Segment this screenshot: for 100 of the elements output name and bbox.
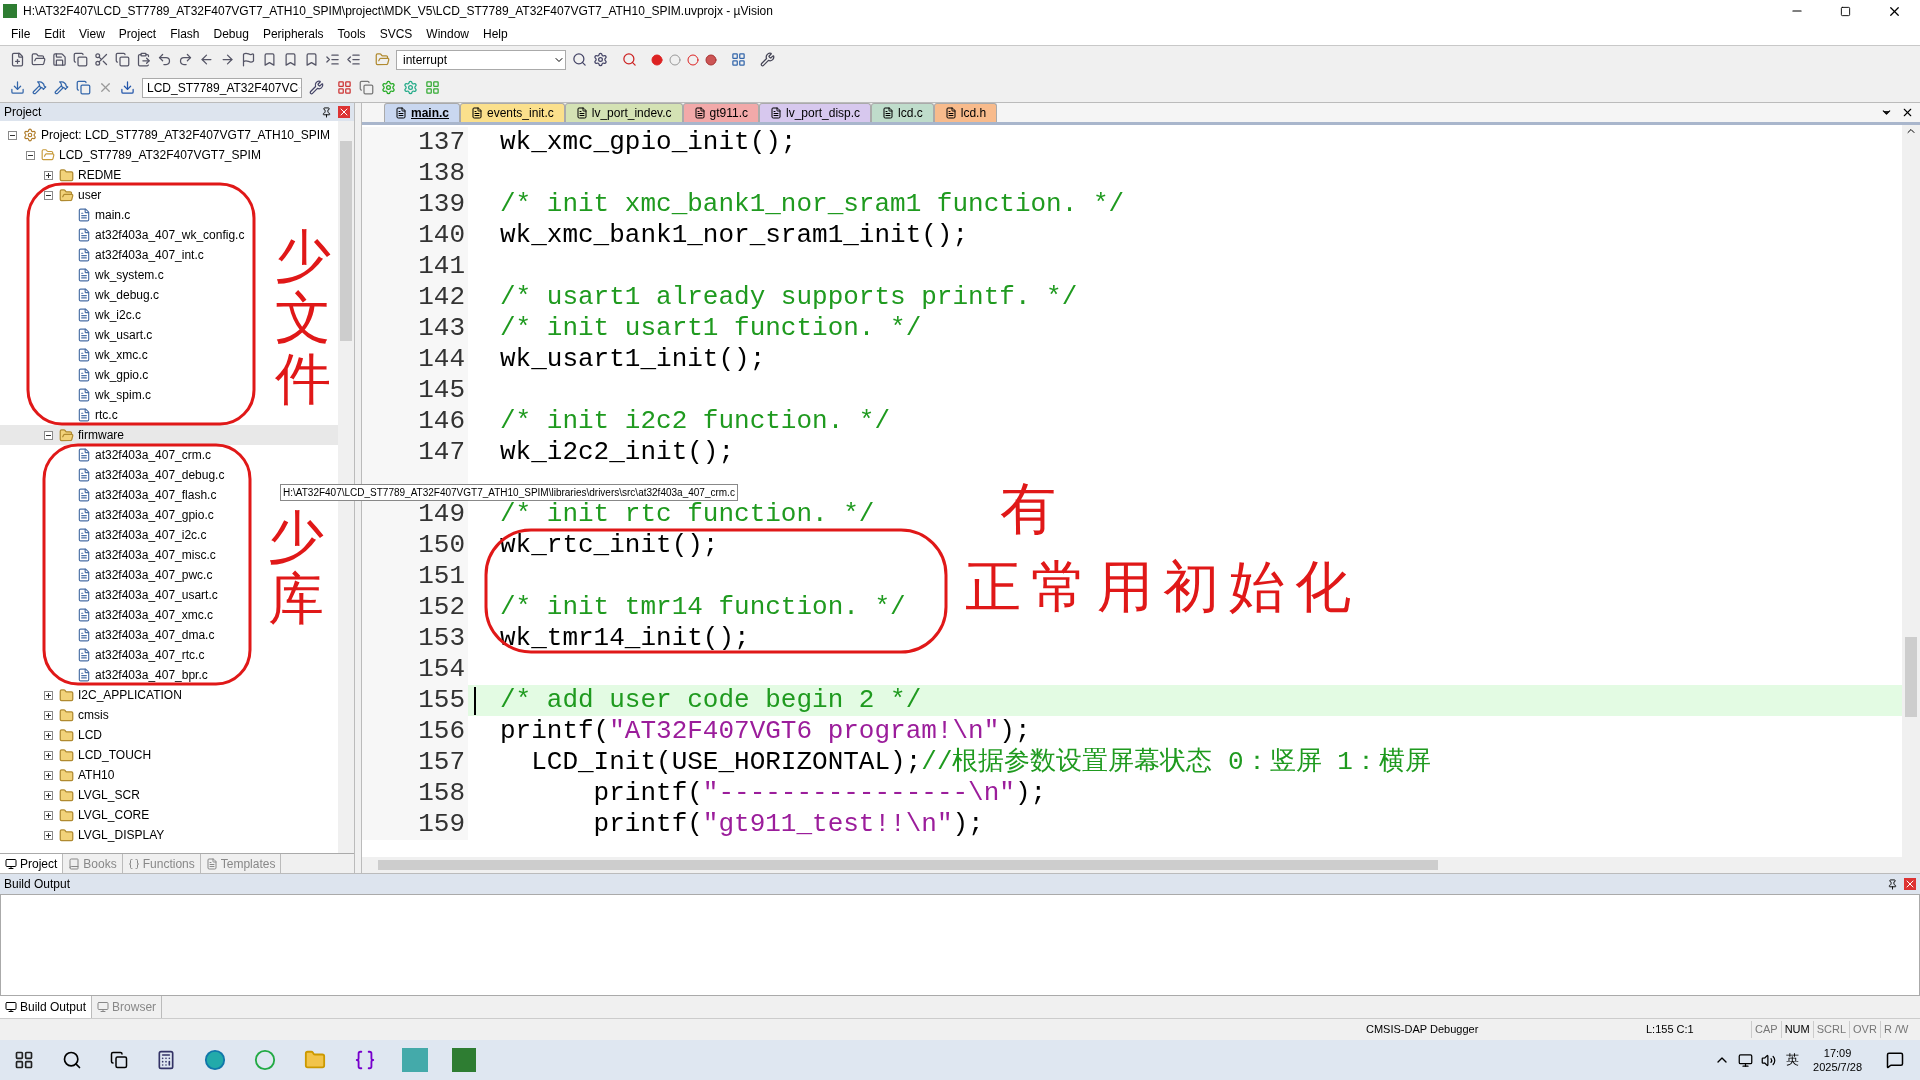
menu-item[interactable]: Flash <box>163 24 207 43</box>
debug-search-icon[interactable] <box>622 52 637 67</box>
file-tab[interactable]: events_init.c <box>460 103 565 122</box>
scroll-thumb[interactable] <box>378 860 1438 870</box>
open-folder-icon[interactable] <box>31 52 46 67</box>
forward-arrow-icon[interactable] <box>220 52 235 67</box>
tree-item[interactable]: REDME <box>78 166 122 184</box>
redo-icon[interactable] <box>178 52 193 67</box>
input-method[interactable]: 英 <box>1786 1050 1800 1070</box>
menu-item[interactable]: Edit <box>37 24 73 43</box>
copy-icon[interactable] <box>115 52 130 67</box>
notification-icon[interactable] <box>1886 1051 1904 1069</box>
menu-item[interactable]: Help <box>476 24 515 43</box>
network-icon[interactable] <box>1738 1052 1754 1068</box>
load-icon[interactable] <box>120 80 135 95</box>
file-tab[interactable]: lv_port_indev.c <box>564 103 683 122</box>
menu-item[interactable]: File <box>4 24 38 43</box>
menu-item[interactable]: Project <box>111 24 164 43</box>
close-icon[interactable] <box>1901 106 1914 119</box>
tree-item[interactable]: wk_xmc.c <box>95 346 148 364</box>
panel-tab[interactable]: Build Output <box>0 996 93 1018</box>
tree-item[interactable]: wk_system.c <box>95 266 164 284</box>
gear-icon[interactable] <box>593 52 608 67</box>
tree-item[interactable]: wk_debug.c <box>95 286 160 304</box>
file-tab[interactable]: lv_port_disp.c <box>759 103 872 122</box>
tree-item[interactable]: wk_gpio.c <box>95 366 149 384</box>
search-icon[interactable] <box>572 52 587 67</box>
volume-icon[interactable] <box>1761 1052 1777 1068</box>
flag-icon[interactable] <box>241 52 256 67</box>
build-icon[interactable] <box>32 80 47 95</box>
tree-item[interactable]: user <box>78 186 102 204</box>
file-tab[interactable]: main.c <box>384 103 460 122</box>
restore-icon[interactable] <box>1840 5 1851 17</box>
tree-item[interactable]: LCD_TOUCH <box>78 746 152 764</box>
expand-icon[interactable] <box>44 810 53 820</box>
tree-item[interactable]: at32f403a_407_misc.c <box>95 546 216 564</box>
scroll-thumb[interactable] <box>340 141 352 341</box>
wrench-icon[interactable] <box>760 52 775 67</box>
collapse-icon[interactable] <box>44 430 53 440</box>
tree-item[interactable]: at32f403a_407_usart.c <box>95 586 218 604</box>
undo-icon[interactable] <box>157 52 172 67</box>
bookmark-icon[interactable] <box>304 52 319 67</box>
pin-icon[interactable] <box>321 106 332 118</box>
scroll-thumb[interactable] <box>1905 637 1917 717</box>
menu-item[interactable]: Debug <box>206 24 256 43</box>
new-file-icon[interactable] <box>10 52 25 67</box>
tree-item[interactable]: wk_spim.c <box>95 386 151 404</box>
task-view-icon[interactable] <box>110 1051 128 1069</box>
paste-icon[interactable] <box>136 52 151 67</box>
tree-item[interactable]: Project: LCD_ST7789_AT32F407VGT7_ATH10_SPIM <box>41 126 331 144</box>
unindent-icon[interactable] <box>346 52 361 67</box>
file-tab[interactable]: gt911.c <box>682 103 760 122</box>
expand-icon[interactable] <box>44 750 53 760</box>
tree-item[interactable]: LVGL_CORE <box>78 806 150 824</box>
tree-item[interactable]: wk_i2c.c <box>95 306 141 324</box>
tree-item[interactable]: rtc.c <box>95 406 118 424</box>
menu-item[interactable]: View <box>72 24 112 43</box>
code-editor-icon[interactable] <box>354 1049 376 1071</box>
breakpoint-icon[interactable] <box>651 53 663 66</box>
ring-icon[interactable] <box>687 53 699 66</box>
tree-item[interactable]: at32f403a_407_dma.c <box>95 626 215 644</box>
pin-icon[interactable] <box>1887 878 1898 890</box>
menu-item[interactable]: Peripherals <box>255 24 331 43</box>
menu-item[interactable]: Window <box>419 24 476 43</box>
expand-icon[interactable] <box>44 830 53 840</box>
tree-item[interactable]: at32f403a_407_bpr.c <box>95 666 208 684</box>
tree-item[interactable]: at32f403a_407_xmc.c <box>95 606 214 624</box>
tree-item[interactable]: main.c <box>95 206 131 224</box>
expand-icon[interactable] <box>44 790 53 800</box>
menu-item[interactable]: SVCS <box>372 24 420 43</box>
target-dropdown[interactable]: LCD_ST7789_AT32F407VC <box>142 77 302 98</box>
search-icon[interactable] <box>62 1050 82 1070</box>
tree-item[interactable]: LCD <box>78 726 102 744</box>
app-tile-icon[interactable] <box>402 1048 428 1072</box>
collapse-icon[interactable] <box>8 130 17 140</box>
expand-icon[interactable] <box>44 730 53 740</box>
expand-icon[interactable] <box>44 770 53 780</box>
scrollbar[interactable] <box>1902 125 1920 857</box>
tree-item[interactable]: at32f403a_407_gpio.c <box>95 506 214 524</box>
tree-item[interactable]: at32f403a_407_debug.c <box>95 466 225 484</box>
tree-item[interactable]: LCD_ST7789_AT32F407VGT7_SPIM <box>59 146 261 164</box>
tree-item[interactable]: at32f403a_407_flash.c <box>95 486 217 504</box>
tree-item[interactable]: firmware <box>78 426 124 444</box>
tree-item[interactable]: at32f403a_407_pwc.c <box>95 566 213 584</box>
expand-icon[interactable] <box>44 690 53 700</box>
calculator-icon[interactable] <box>156 1050 176 1070</box>
rebuild-icon[interactable] <box>54 80 69 95</box>
tree-item[interactable]: LVGL_SCR <box>78 786 140 804</box>
find-dropdown[interactable]: interrupt <box>396 49 566 70</box>
scrollbar[interactable] <box>362 857 1920 873</box>
save-icon[interactable] <box>52 52 67 67</box>
cut-icon[interactable] <box>94 52 109 67</box>
tree-item[interactable]: cmsis <box>78 706 109 724</box>
tree-item[interactable]: LVGL_DISPLAY <box>78 826 165 844</box>
collapse-icon[interactable] <box>44 190 53 200</box>
start-icon[interactable] <box>14 1050 34 1070</box>
expand-icon[interactable] <box>44 710 53 720</box>
window-layout-icon[interactable] <box>731 52 746 67</box>
menu-item[interactable]: Tools <box>330 24 373 43</box>
tree-item[interactable]: wk_usart.c <box>95 326 153 344</box>
